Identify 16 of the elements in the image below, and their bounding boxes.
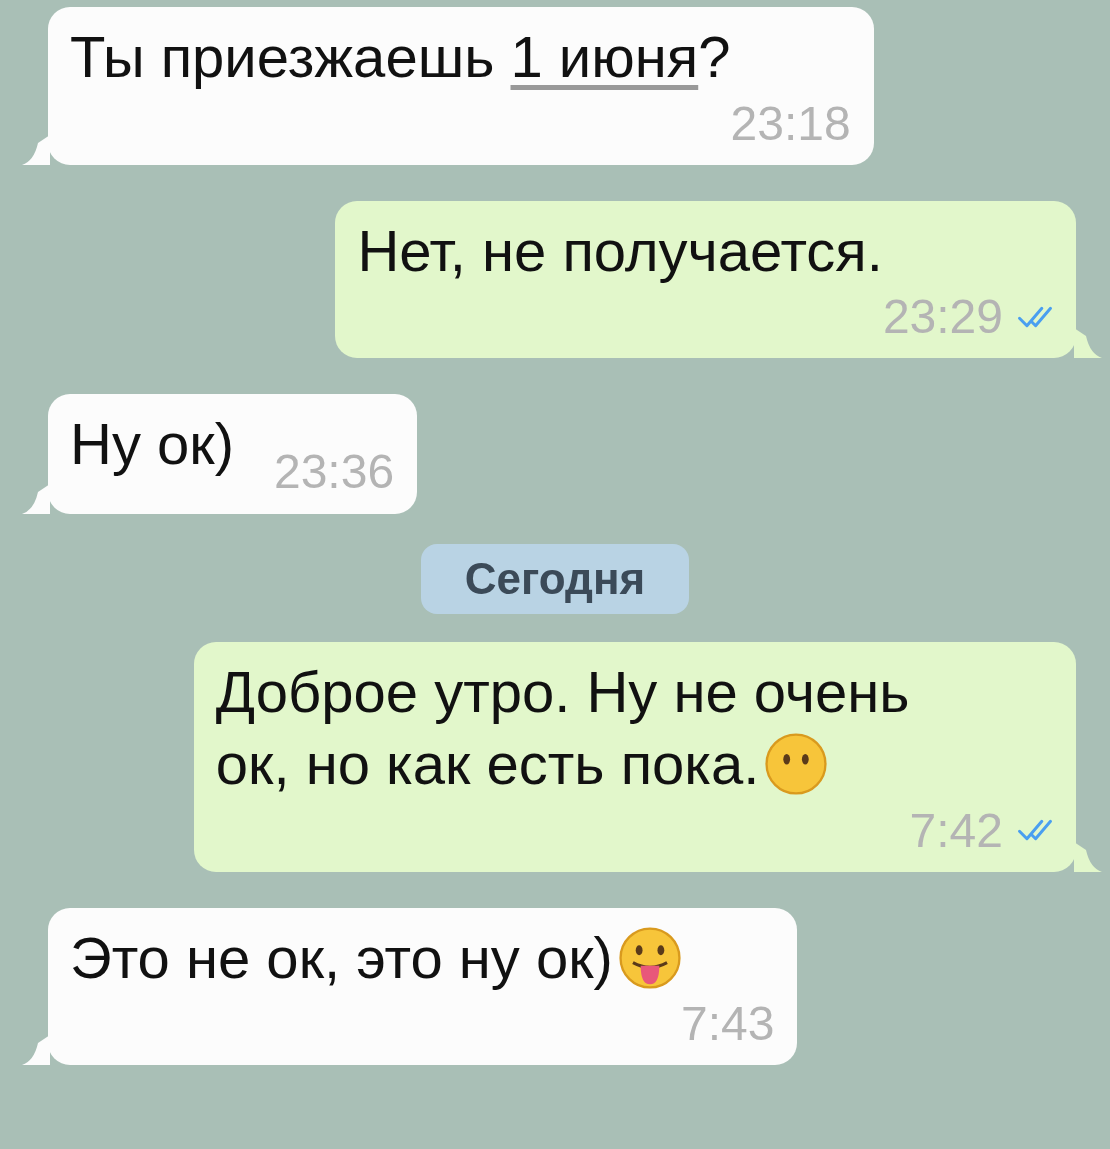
neutral-face-icon xyxy=(765,733,828,796)
message-text: Ну ок) xyxy=(70,410,234,479)
message-text: ? xyxy=(698,23,731,91)
message-text: Ты приезжаешь xyxy=(70,23,496,91)
message-text: Это не ок, это ну ок) xyxy=(70,923,613,992)
message-text: Доброе утро. Ну не очень xyxy=(215,657,910,726)
date-link[interactable]: 1 июня xyxy=(510,21,699,94)
message-text: ок, но как есть пока. xyxy=(215,730,760,799)
tongue-face-icon xyxy=(618,927,681,989)
message-time: 7:43 xyxy=(680,996,775,1052)
message-time: 23:18 xyxy=(730,95,851,151)
message-time: 7:42 xyxy=(909,802,1003,858)
message-text: Нет, не получается. xyxy=(357,216,883,285)
date-label: Сегодня xyxy=(420,543,690,614)
message-time: 23:36 xyxy=(273,444,395,500)
message-time: 23:29 xyxy=(882,289,1003,345)
